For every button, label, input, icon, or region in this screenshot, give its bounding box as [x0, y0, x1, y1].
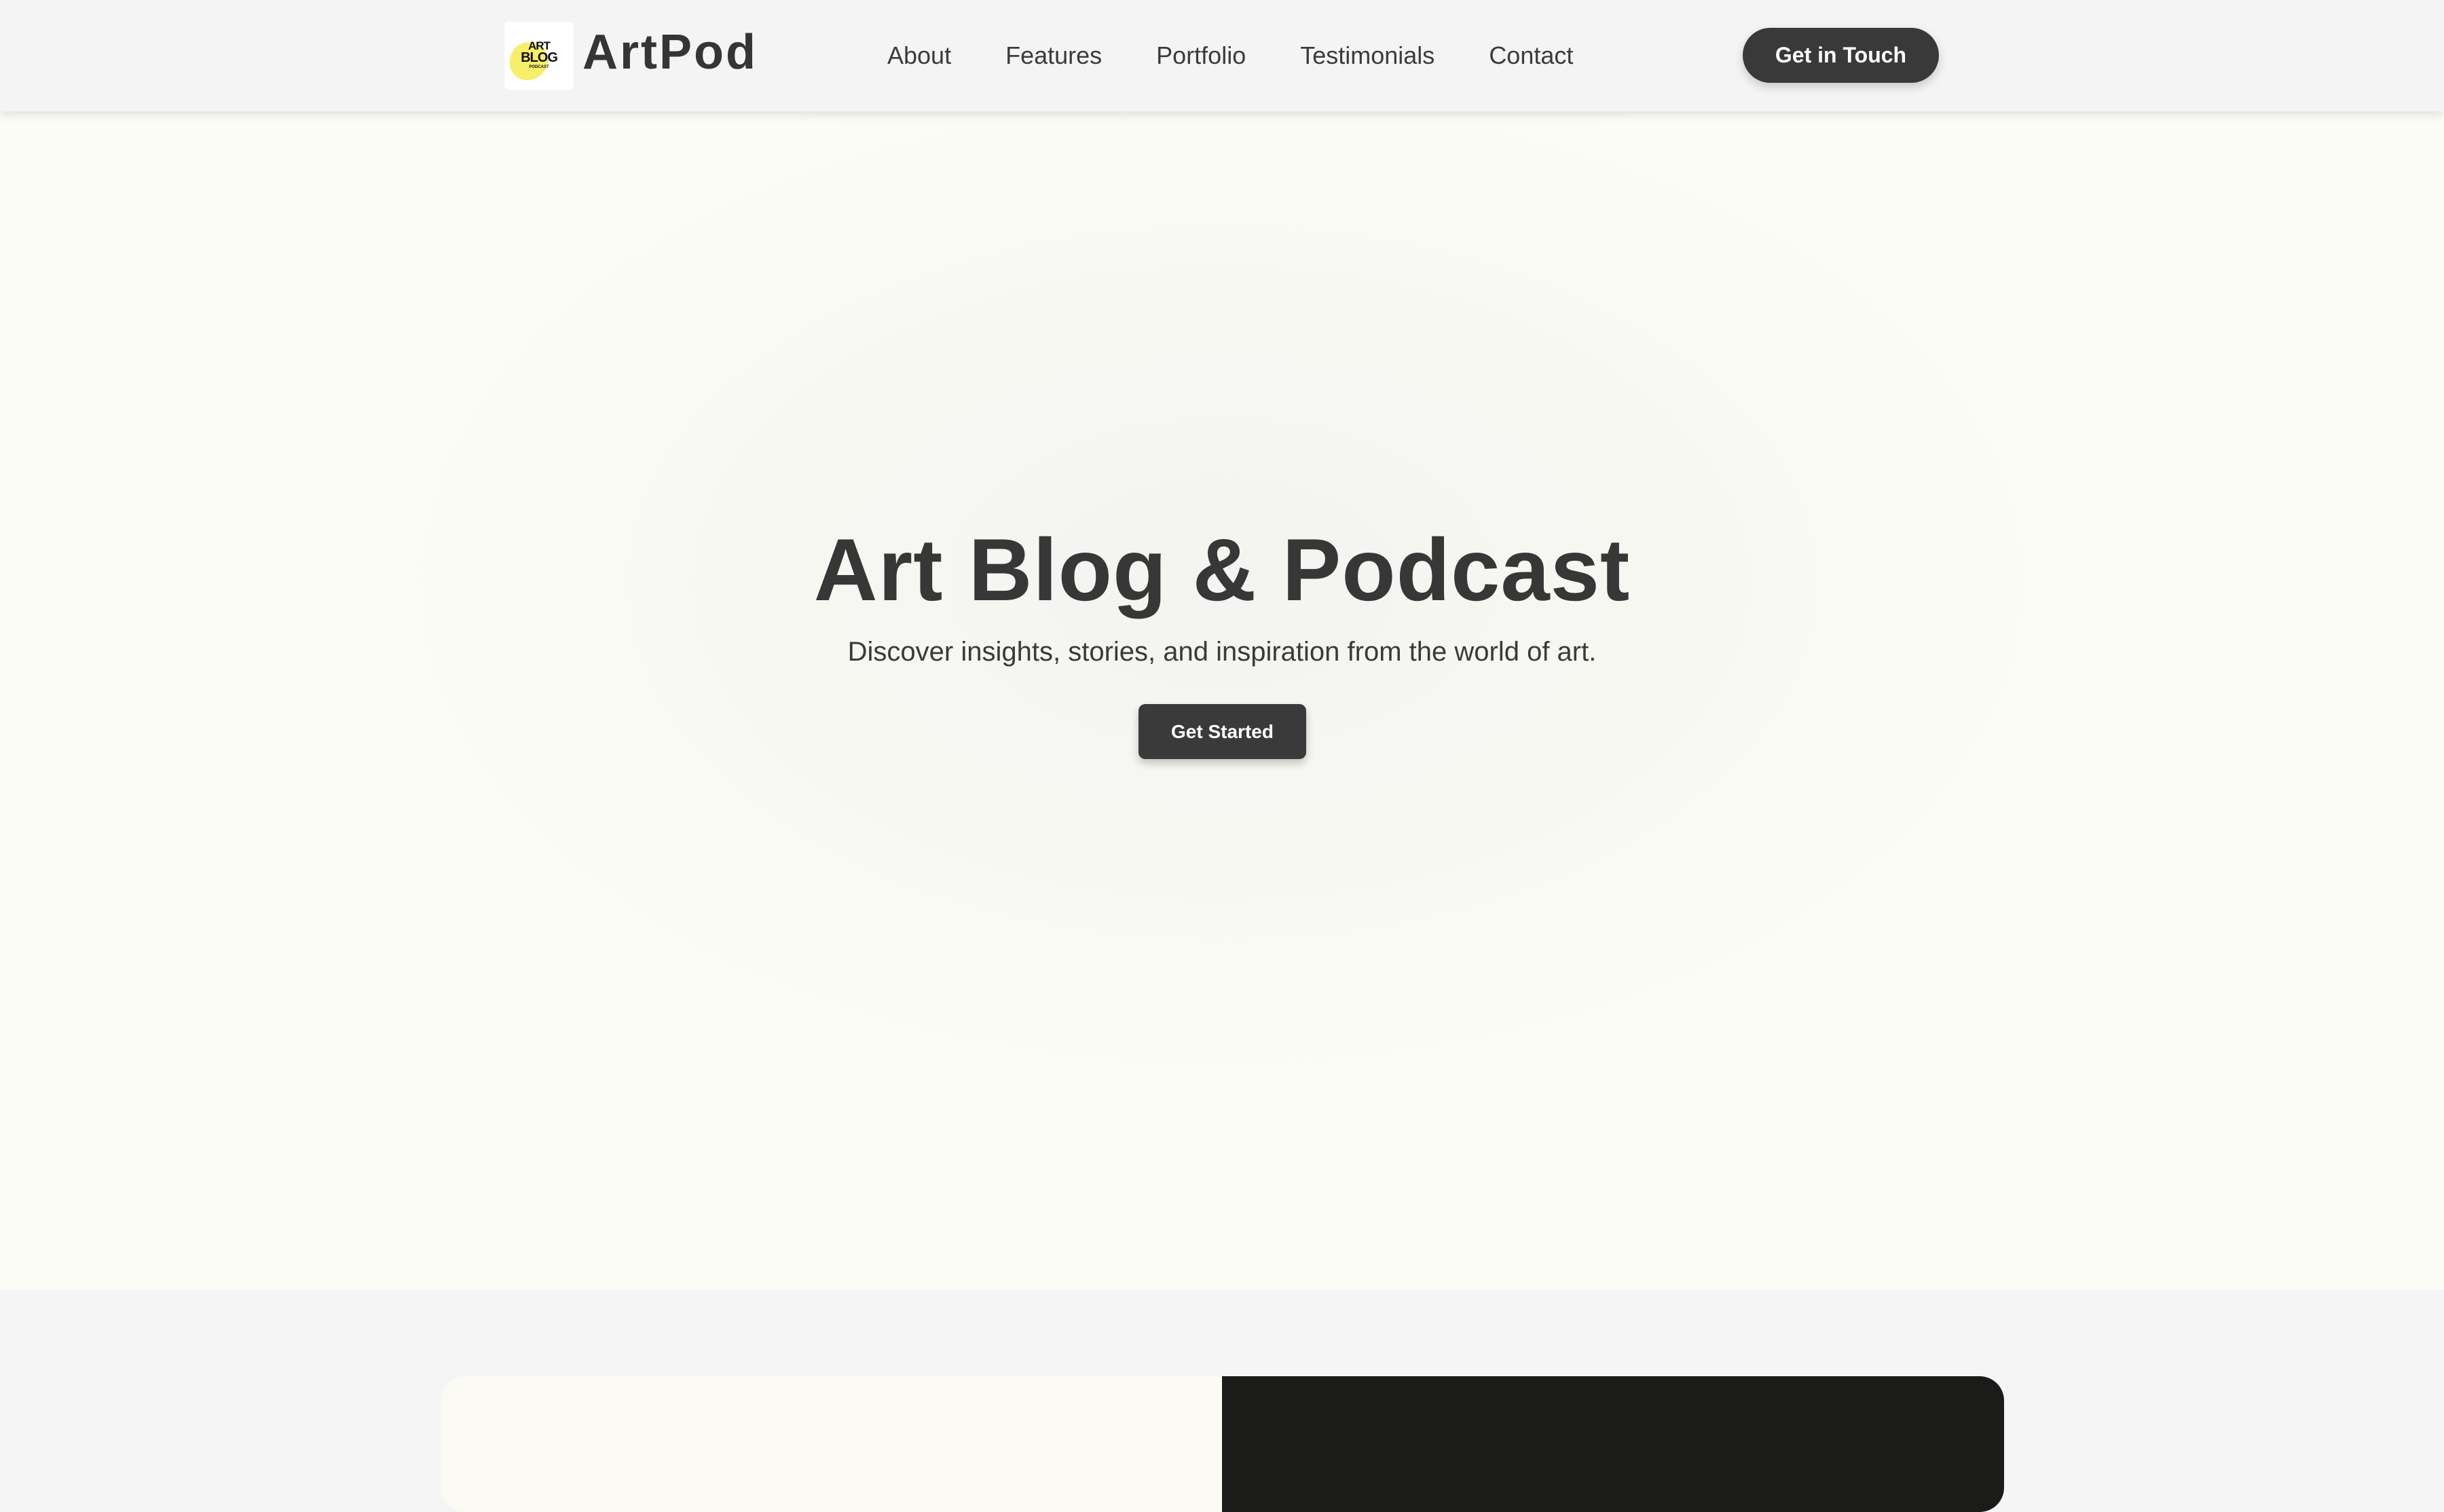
site-header: ART BLOG PODCAST ArtPod About Features P…	[0, 0, 2444, 111]
get-in-touch-button[interactable]: Get in Touch	[1743, 28, 1939, 83]
nav-link-contact[interactable]: Contact	[1489, 38, 1573, 73]
main-nav: About Features Portfolio Testimonials Co…	[887, 38, 1573, 73]
nav-link-features[interactable]: Features	[1005, 38, 1102, 73]
hero-title: Art Blog & Podcast	[813, 520, 1631, 619]
get-started-button[interactable]: Get Started	[1138, 704, 1306, 759]
feature-card-right-panel	[1222, 1376, 2004, 1512]
logo-text-line3: PODCAST	[529, 65, 549, 69]
lower-section	[0, 1290, 2444, 1512]
brand-name[interactable]: ArtPod	[582, 20, 758, 84]
nav-link-testimonials[interactable]: Testimonials	[1300, 38, 1434, 73]
feature-card-left-panel	[441, 1376, 1222, 1512]
feature-card	[441, 1376, 2004, 1512]
nav-link-portfolio[interactable]: Portfolio	[1156, 38, 1246, 73]
hero-subtitle: Discover insights, stories, and inspirat…	[847, 637, 1597, 667]
hero-section: Art Blog & Podcast Discover insights, st…	[0, 111, 2444, 1290]
logo-text-line2: BLOG	[521, 50, 558, 65]
nav-link-about[interactable]: About	[887, 38, 951, 73]
logo[interactable]: ART BLOG PODCAST	[504, 22, 574, 90]
